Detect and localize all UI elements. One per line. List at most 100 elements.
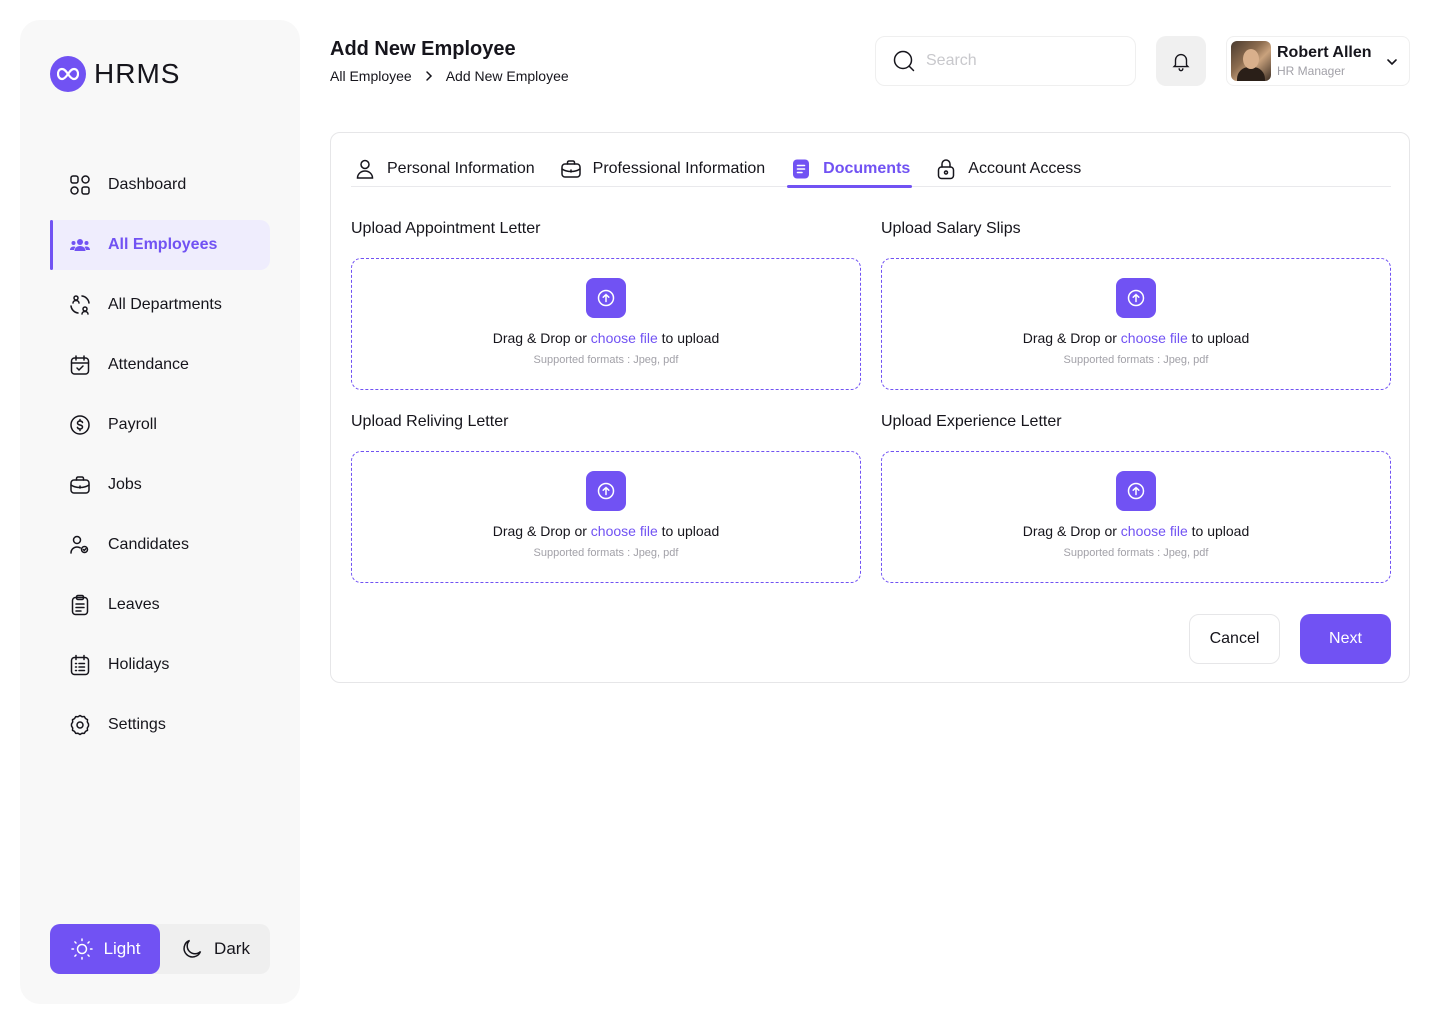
drop-instructions: Drag & Drop or choose file to upload [1023, 330, 1249, 346]
upload-experience-letter-dropzone[interactable]: Drag & Drop or choose file to upload Sup… [881, 451, 1391, 583]
chevron-right-icon [425, 71, 432, 81]
sidebar-item-label: Payroll [108, 416, 157, 433]
supported-formats: Supported formats : Jpeg, pdf [1063, 354, 1209, 366]
tab-label: Personal Information [387, 160, 535, 177]
drop-instructions: Drag & Drop or choose file to upload [493, 330, 719, 346]
upload-icon [586, 471, 626, 511]
gear-icon [70, 714, 90, 736]
choose-file-link[interactable]: choose file [591, 330, 658, 346]
next-button[interactable]: Next [1300, 614, 1391, 664]
theme-light-label: Light [103, 939, 141, 958]
user-name: Robert Allen [1277, 44, 1372, 61]
candidates-icon [70, 535, 89, 554]
choose-file-link[interactable]: choose file [591, 523, 658, 539]
brand[interactable]: HRMS [50, 56, 180, 92]
sidebar-item-label: All Employees [108, 236, 218, 253]
cancel-button[interactable]: Cancel [1189, 614, 1280, 664]
drop-text-pre: Drag & Drop or [492, 523, 591, 539]
upload-icon [1116, 278, 1156, 318]
sidebar: HRMS Dashboard All Employees All Departm… [20, 20, 300, 1004]
brand-name: HRMS [94, 58, 181, 89]
theme-dark-label: Dark [214, 939, 250, 958]
upload-icon [1116, 471, 1156, 511]
notifications-button[interactable] [1156, 36, 1206, 86]
dollar-circle-icon [70, 415, 90, 435]
theme-dark-button[interactable]: Dark [160, 924, 270, 974]
sidebar-item-label: Jobs [108, 476, 142, 493]
briefcase-icon [70, 476, 90, 494]
user-role: HR Manager [1277, 64, 1346, 78]
clipboard-icon [71, 594, 89, 616]
sidebar-item-settings[interactable]: Settings [50, 700, 270, 750]
sidebar-item-candidates[interactable]: Candidates [50, 520, 270, 570]
breadcrumb-current: Add New Employee [445, 68, 569, 84]
supported-formats: Supported formats : Jpeg, pdf [533, 354, 679, 366]
sidebar-item-holidays[interactable]: Holidays [50, 640, 270, 690]
tab-label: Documents [823, 160, 911, 177]
upload-reliving-letter-label: Upload Reliving Letter [351, 413, 509, 430]
drop-text-pre: Drag & Drop or [492, 330, 591, 346]
tab-personal-information[interactable]: Personal Information [351, 151, 537, 187]
bell-icon [1172, 53, 1190, 72]
sidebar-nav: Dashboard All Employees All Departments … [50, 160, 270, 760]
drop-text-pre: Drag & Drop or [1022, 330, 1121, 346]
sidebar-item-label: Holidays [108, 656, 170, 673]
sidebar-item-jobs[interactable]: Jobs [50, 460, 270, 510]
sidebar-item-attendance[interactable]: Attendance [50, 340, 270, 390]
departments-icon [70, 295, 90, 315]
add-employee-form: Personal Information Professional Inform… [330, 132, 1410, 683]
sidebar-item-all-departments[interactable]: All Departments [50, 280, 270, 330]
sidebar-item-leaves[interactable]: Leaves [50, 580, 270, 630]
supported-formats: Supported formats : Jpeg, pdf [1063, 547, 1209, 559]
drop-instructions: Drag & Drop or choose file to upload [493, 523, 719, 539]
users-icon [70, 239, 90, 251]
upload-experience-letter-label: Upload Experience Letter [881, 413, 1062, 430]
calendar-list-icon [70, 654, 90, 676]
profile-text: Robert Allen HR Manager [1277, 44, 1372, 78]
sidebar-item-label: Attendance [108, 356, 189, 373]
tab-label: Account Access [968, 160, 1082, 177]
chevron-down-icon [1387, 59, 1397, 66]
sidebar-item-label: Candidates [108, 536, 189, 553]
lock-icon [938, 159, 955, 180]
sun-icon [70, 938, 93, 960]
sidebar-item-label: All Departments [108, 296, 222, 313]
tab-professional-information[interactable]: Professional Information [557, 151, 768, 187]
tab-label: Professional Information [592, 160, 766, 177]
sidebar-item-label: Leaves [108, 596, 160, 613]
sidebar-item-label: Settings [108, 716, 166, 733]
page-title: Add New Employee [330, 38, 516, 60]
sidebar-item-all-employees[interactable]: All Employees [50, 220, 270, 270]
user-icon [356, 159, 374, 179]
breadcrumb: All Employee Add New Employee [330, 68, 569, 84]
search-input[interactable] [926, 52, 1116, 70]
choose-file-link[interactable]: choose file [1121, 330, 1188, 346]
sidebar-item-label: Dashboard [108, 176, 187, 193]
upload-appointment-letter-label: Upload Appointment Letter [351, 220, 541, 237]
drop-instructions: Drag & Drop or choose file to upload [1023, 523, 1249, 539]
drop-text-post: to upload [1187, 330, 1250, 346]
upload-reliving-letter-dropzone[interactable]: Drag & Drop or choose file to upload Sup… [351, 451, 861, 583]
form-tabs: Personal Information Professional Inform… [351, 151, 1391, 188]
drop-text-post: to upload [1187, 523, 1250, 539]
sidebar-item-dashboard[interactable]: Dashboard [50, 160, 270, 210]
tab-documents[interactable]: Documents [787, 151, 913, 188]
supported-formats: Supported formats : Jpeg, pdf [533, 547, 679, 559]
search-box [875, 36, 1136, 86]
tab-account-access[interactable]: Account Access [932, 151, 1083, 187]
avatar [1231, 41, 1271, 81]
breadcrumb-link-all-employee[interactable]: All Employee [330, 68, 412, 84]
document-icon [793, 159, 810, 179]
dashboard-grid-icon [70, 175, 90, 195]
drop-text-pre: Drag & Drop or [1022, 523, 1121, 539]
sidebar-item-payroll[interactable]: Payroll [50, 400, 270, 450]
user-profile-menu[interactable]: Robert Allen HR Manager [1226, 36, 1410, 86]
theme-light-button[interactable]: Light [50, 924, 160, 974]
upload-appointment-letter-dropzone[interactable]: Drag & Drop or choose file to upload Sup… [351, 258, 861, 390]
theme-toggle: Light Dark [50, 924, 270, 974]
infinity-icon [50, 56, 86, 92]
upload-salary-slips-dropzone[interactable]: Drag & Drop or choose file to upload Sup… [881, 258, 1391, 390]
search-icon [893, 50, 915, 72]
choose-file-link[interactable]: choose file [1121, 523, 1188, 539]
calendar-check-icon [70, 355, 90, 375]
